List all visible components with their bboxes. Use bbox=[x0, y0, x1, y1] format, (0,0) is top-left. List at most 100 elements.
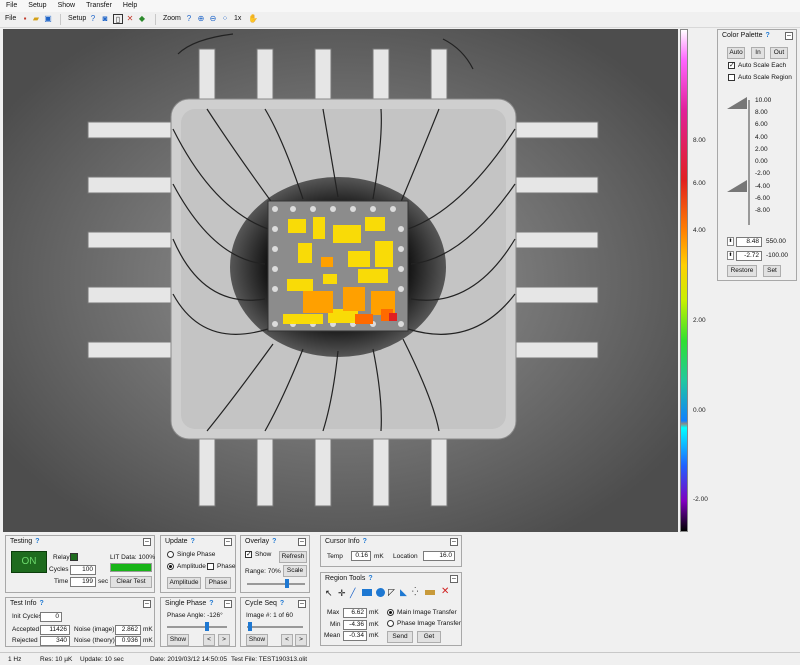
resolution-status: Res: 10 µK bbox=[40, 656, 73, 663]
menu-file[interactable]: File bbox=[0, 0, 22, 9]
cycles-field[interactable]: 100 bbox=[70, 565, 96, 575]
zoom-in-icon[interactable]: ⊕ bbox=[196, 14, 206, 24]
location-label: Location bbox=[393, 553, 418, 560]
help-icon[interactable]: ? bbox=[280, 600, 284, 607]
auto-button[interactable]: Auto bbox=[727, 47, 745, 59]
palette-min-field[interactable]: -2.72 bbox=[736, 251, 762, 261]
out-button[interactable]: Out bbox=[770, 47, 788, 59]
thermal-image-viewer[interactable] bbox=[3, 29, 678, 532]
minimize-icon[interactable]: – bbox=[785, 32, 793, 40]
zoom-help-icon[interactable]: ? bbox=[184, 14, 194, 24]
spinner-icon[interactable]: ⬍ bbox=[727, 251, 734, 260]
palette-tick: -6.00 bbox=[755, 195, 770, 202]
menu-setup[interactable]: Setup bbox=[22, 0, 51, 9]
menu-help[interactable]: Help bbox=[117, 0, 142, 9]
help-icon[interactable]: ? bbox=[209, 600, 213, 607]
save-icon[interactable]: ▣ bbox=[43, 14, 53, 24]
menu-transfer[interactable]: Transfer bbox=[80, 0, 117, 9]
previous-phase-button[interactable]: < bbox=[203, 634, 215, 646]
panel-title: Color Palette? bbox=[722, 32, 770, 39]
auto-scale-each-checkbox[interactable]: ✓ bbox=[728, 62, 735, 69]
freehand-tool-icon[interactable]: ◣ bbox=[400, 587, 407, 598]
palette-max-field[interactable]: 8.48 bbox=[736, 237, 762, 247]
phase-checkbox[interactable] bbox=[207, 563, 214, 570]
minimize-icon[interactable]: – bbox=[450, 538, 458, 546]
ruler-tool-icon[interactable] bbox=[425, 590, 435, 595]
hot-spot-tool-icon[interactable]: ⁛ bbox=[412, 587, 418, 596]
zoom-out-icon[interactable]: ⊖ bbox=[208, 14, 218, 24]
phase-button[interactable]: Phase bbox=[205, 577, 231, 589]
hand-pan-icon[interactable]: ✋ bbox=[248, 14, 258, 24]
previous-image-button[interactable]: < bbox=[281, 634, 293, 646]
max-slider-handle[interactable] bbox=[727, 97, 749, 111]
cycle-show-button[interactable]: Show bbox=[246, 634, 268, 646]
zoom-fit-icon[interactable]: ⁘ bbox=[220, 14, 230, 24]
send-button[interactable]: Send bbox=[387, 631, 413, 643]
camera-icon[interactable]: ◙ bbox=[100, 14, 110, 24]
single-phase-show-button[interactable]: Show bbox=[167, 634, 189, 646]
delete-region-icon[interactable]: ✕ bbox=[441, 586, 449, 597]
help-icon[interactable]: ? bbox=[368, 575, 372, 582]
main-image-transfer-radio[interactable] bbox=[387, 609, 394, 616]
scale-button[interactable]: Scale bbox=[283, 565, 307, 577]
tools-icon[interactable]: ✕ bbox=[125, 14, 135, 24]
help-icon[interactable]: ? bbox=[35, 538, 39, 545]
new-file-icon[interactable]: ▪ bbox=[20, 14, 30, 24]
pointer-tool-icon[interactable]: ↖ bbox=[325, 588, 333, 599]
minimize-icon[interactable]: – bbox=[450, 575, 458, 583]
overlay-show-checkbox[interactable]: ✓ bbox=[245, 551, 252, 558]
palette-tick: -4.00 bbox=[755, 183, 770, 190]
rectangle-tool-icon[interactable] bbox=[362, 589, 372, 596]
line-tool-icon[interactable]: ╱ bbox=[350, 588, 355, 599]
phase-image-transfer-radio[interactable] bbox=[387, 620, 394, 627]
spinner-icon[interactable]: ⬍ bbox=[727, 237, 734, 246]
polygon-tool-icon[interactable]: ◸ bbox=[388, 587, 395, 598]
phase-angle-slider-track[interactable] bbox=[167, 626, 227, 628]
open-folder-icon[interactable]: ▰ bbox=[31, 14, 41, 24]
minimize-icon[interactable]: – bbox=[143, 538, 151, 546]
range-slider-track[interactable] bbox=[247, 583, 305, 585]
ellipse-tool-icon[interactable] bbox=[376, 588, 385, 597]
minimize-icon[interactable]: – bbox=[224, 538, 232, 546]
next-phase-button[interactable]: > bbox=[218, 634, 230, 646]
help-icon[interactable]: ? bbox=[272, 538, 276, 545]
single-phase-radio[interactable] bbox=[167, 551, 174, 558]
menu-show[interactable]: Show bbox=[52, 0, 81, 9]
range-slider-thumb[interactable] bbox=[285, 579, 289, 588]
amplitude-button[interactable]: Amplitude bbox=[167, 577, 201, 589]
panel-title: Testing? bbox=[10, 538, 40, 545]
auto-scale-region-checkbox[interactable] bbox=[728, 74, 735, 81]
init-cycles-label: Init Cycles bbox=[12, 613, 42, 620]
minimize-icon[interactable]: – bbox=[224, 600, 232, 608]
minimize-icon[interactable]: – bbox=[298, 600, 306, 608]
phase-angle-slider-thumb[interactable] bbox=[205, 622, 209, 631]
refresh-button[interactable]: Refresh bbox=[279, 551, 307, 563]
on-indicator[interactable]: ON bbox=[11, 551, 47, 573]
crosshair-tool-icon[interactable]: ✛ bbox=[338, 588, 346, 599]
in-button[interactable]: In bbox=[751, 47, 765, 59]
phase-label: Phase bbox=[217, 563, 236, 570]
transfer-icon[interactable]: ◆ bbox=[137, 14, 147, 24]
device-icon[interactable]: ▯ bbox=[113, 14, 123, 24]
set-button[interactable]: Set bbox=[763, 265, 781, 277]
setup-help-icon[interactable]: ? bbox=[88, 14, 98, 24]
help-icon[interactable]: ? bbox=[191, 538, 195, 545]
cycle-seq-panel: Cycle Seq? – Image #: 1 of 60 Show < > bbox=[240, 597, 310, 647]
get-button[interactable]: Get bbox=[417, 631, 441, 643]
palette-slider-track bbox=[748, 100, 750, 225]
cycle-slider-track[interactable] bbox=[247, 626, 303, 628]
next-image-button[interactable]: > bbox=[295, 634, 307, 646]
zoom-level[interactable]: 1x bbox=[234, 15, 241, 22]
cycles-label: Cycles bbox=[49, 566, 69, 573]
amplitude-radio[interactable] bbox=[167, 563, 174, 570]
help-icon[interactable]: ? bbox=[39, 600, 43, 607]
cycle-slider-thumb[interactable] bbox=[248, 622, 252, 631]
clear-test-button[interactable]: Clear Test bbox=[110, 576, 152, 588]
minimize-icon[interactable]: – bbox=[298, 538, 306, 546]
help-icon[interactable]: ? bbox=[765, 32, 769, 39]
restore-button[interactable]: Restore bbox=[727, 265, 757, 277]
min-slider-handle[interactable] bbox=[727, 180, 749, 194]
time-field[interactable]: 199 bbox=[70, 577, 96, 587]
minimize-icon[interactable]: – bbox=[143, 600, 151, 608]
help-icon[interactable]: ? bbox=[363, 538, 367, 545]
